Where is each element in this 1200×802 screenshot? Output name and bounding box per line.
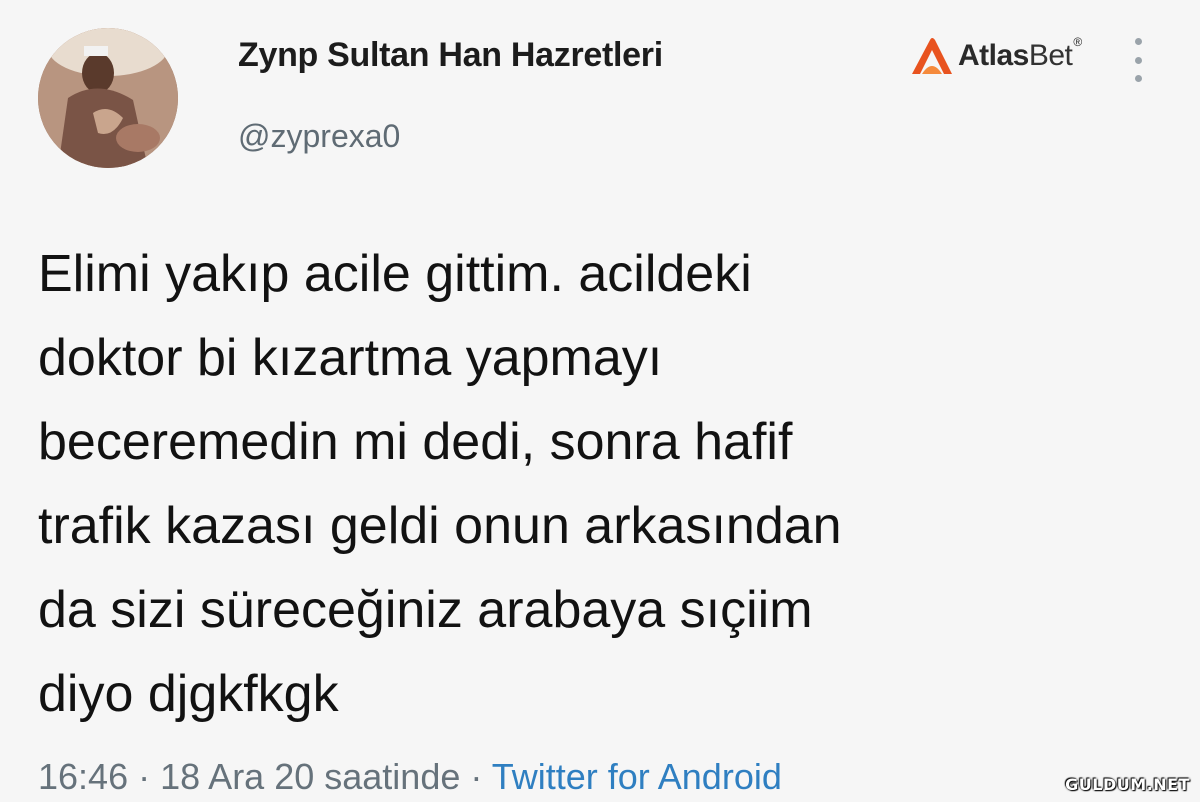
tweet-source[interactable]: Twitter for Android <box>492 756 782 797</box>
brand-name-light: Bet <box>1028 39 1073 72</box>
tweet-meta: 16:46 · 18 Ara 20 saatinde · Twitter for… <box>38 756 782 798</box>
atlasbet-logo-icon <box>912 38 952 74</box>
tweet-line: trafik kazası geldi onun arkasından <box>38 497 842 555</box>
brand-name-bold: Atlas <box>958 39 1029 72</box>
more-vertical-icon[interactable] <box>1128 38 1148 82</box>
avatar[interactable] <box>38 28 178 168</box>
author-name[interactable]: Zynp Sultan Han Hazretleri <box>238 36 663 75</box>
tweet-text: Elimi yakıp acile gittim. acildeki dokto… <box>38 232 1138 736</box>
meta-separator: · <box>470 756 483 797</box>
tweet-date[interactable]: 18 Ara 20 saatinde <box>160 756 460 797</box>
tweet-line: beceremedin mi dedi, sonra hafif <box>38 413 793 471</box>
tweet-line: da sizi süreceğiniz arabaya sıçiim <box>38 581 813 639</box>
watermark: GULDUM.NET <box>1065 775 1190 794</box>
tweet-card: Zynp Sultan Han Hazretleri @zyprexa0 Atl… <box>0 0 1200 802</box>
sponsor-logo: AtlasBet® <box>908 34 1082 78</box>
tweet-line: doktor bi kızartma yapmayı <box>38 329 663 387</box>
tweet-line: diyo djgkfkgk <box>38 665 339 723</box>
profile-photo-icon <box>38 28 178 168</box>
author-handle[interactable]: @zyprexa0 <box>238 118 400 155</box>
brand-registered: ® <box>1073 35 1082 49</box>
meta-separator: · <box>138 756 151 797</box>
tweet-line: Elimi yakıp acile gittim. acildeki <box>38 245 752 303</box>
tweet-time[interactable]: 16:46 <box>38 756 128 797</box>
